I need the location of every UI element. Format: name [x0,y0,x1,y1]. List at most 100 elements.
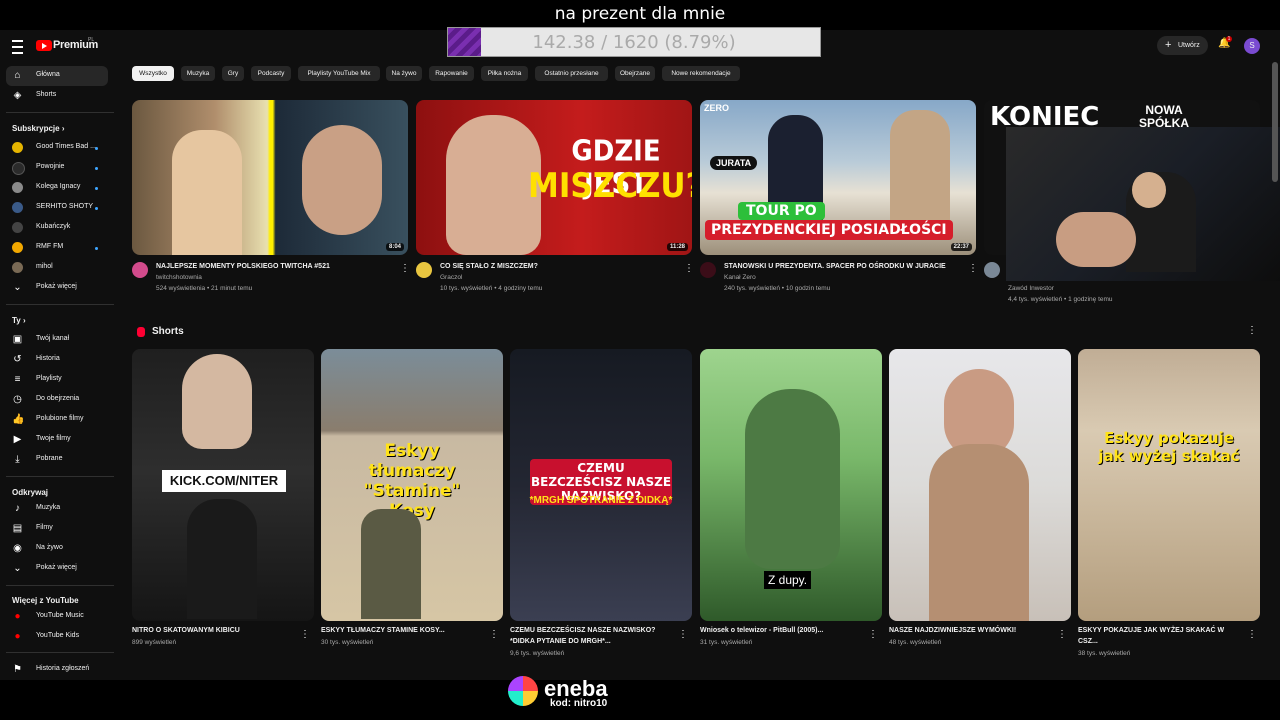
chip-football[interactable]: Piłka nożna [481,66,528,81]
short-thumbnail[interactable]: Eskyy pokazuje jak wyżej skakać [1078,349,1260,621]
sidebar-item-label: Pokaż więcej [36,564,77,571]
show-more-explore[interactable]: ⌄ Pokaż więcej [6,559,108,579]
film-icon: ▤ [12,523,23,534]
sidebar-item-watch-later[interactable]: ◷ Do obejrzenia [6,390,108,410]
chip-live[interactable]: Na żywo [386,66,422,81]
sidebar-item-your-videos[interactable]: ▶ Twoje filmy [6,430,108,450]
channel-avatar[interactable] [700,262,716,278]
video-views: 4,4 tys. wyświetleń [1008,296,1063,303]
more-options-icon[interactable]: ⋮ [300,629,310,641]
chip-watched[interactable]: Obejrzane [615,66,655,81]
chip-new-recommendations[interactable]: Nowe rekomendacje [662,66,740,81]
shorts-heading: Shorts [152,326,184,337]
short-title-line2[interactable]: CSZ... [1078,638,1098,645]
short-thumbnail[interactable]: Z dupy. [700,349,882,621]
sidebar-sub-item[interactable]: Powojnie [6,158,108,178]
channel-avatar[interactable] [416,262,432,278]
more-options-icon[interactable]: ⋮ [968,263,978,275]
more-options-icon[interactable]: ⋮ [489,629,499,641]
like-icon: 👍 [12,414,25,425]
short-title[interactable]: CZEMU BEZCZEŚCISZ NASZE NAZWISKO? [510,627,655,634]
more-options-icon[interactable]: ⋮ [1247,629,1257,641]
sidebar-sub-item[interactable]: SERHITO SHOTY [6,198,108,218]
sidebar-item-label: YouTube Kids [36,632,80,639]
divider [6,112,114,113]
video-channel[interactable]: Graczol [440,274,462,281]
thumbnail-text: PREZYDENCKIEJ POSIADŁOŚCI [705,220,953,240]
short-views: 30 tys. wyświetleń [321,639,374,646]
channel-avatar[interactable] [984,262,1000,278]
video-title[interactable]: CO SIĘ STAŁO Z MISZCZEM? [440,263,538,270]
short-thumbnail[interactable]: CZEMU BEZCZEŚCISZ NASZE NAZWISKO? *MRGH … [510,349,692,621]
sidebar-item-home[interactable]: ⌂ Główna [6,66,108,86]
video-channel[interactable]: twitchshotownia [156,274,202,281]
you-heading-text: Ty [12,316,21,325]
more-options-icon[interactable]: ⋮ [684,263,694,275]
notification-badge: 1 [1226,36,1232,42]
sidebar-item-label: Historia zgłoszeń [36,665,90,672]
short-title[interactable]: NITRO O SKATOWANYM KIBICU [132,627,240,634]
short-title[interactable]: ESKYY POKAZUJE JAK WYŻEJ SKAKAĆ W [1078,627,1224,634]
channel-avatar[interactable] [132,262,148,278]
video-title[interactable]: NAJLEPSZE MOMENTY POLSKIEGO TWITCHA #521 [156,263,330,270]
sidebar-sub-item[interactable]: RMF FM [6,238,108,258]
video-title[interactable]: STANOWSKI U PREZYDENTA. SPACER PO OŚRODK… [724,263,946,270]
sidebar-item-liked[interactable]: 👍 Polubione filmy [6,410,108,430]
thumbnail-text: Z dupy. [764,571,812,589]
sidebar-item-live[interactable]: ◉ Na żywo [6,539,108,559]
chip-recently-uploaded[interactable]: Ostatnio przesłane [535,66,608,81]
you-heading[interactable]: Ty › [12,316,26,325]
youtube-kids-icon: ● [14,631,21,642]
more-options-icon[interactable]: ⋮ [400,263,410,275]
chip-podcasts[interactable]: Podcasty [251,66,291,81]
sidebar-item-films[interactable]: ▤ Filmy [6,519,108,539]
sidebar-sub-item[interactable]: Kolega Ignacy [6,178,108,198]
create-button[interactable]: + Utwórz [1157,36,1208,55]
chip-mix[interactable]: Playlisty YouTube Mix [298,66,380,81]
sidebar-item-downloads[interactable]: ⤓ Pobrane [6,450,108,470]
sidebar-item-music[interactable]: ♪ Muzyka [6,499,108,519]
more-options-icon[interactable]: ⋮ [868,629,878,641]
more-options-icon[interactable]: ⋮ [1057,629,1067,641]
short-title[interactable]: NASZE NAJDZIWNIEJSZE WYMÓWKI! [889,627,1016,634]
short-thumbnail[interactable]: Eskyy tłumaczy "Stamine" Kosy [321,349,503,621]
sidebar-sub-item[interactable]: Kubańczyk [6,218,108,238]
sidebar-item-your-channel[interactable]: ▣ Twój kanał [6,330,108,350]
more-options-icon[interactable]: ⋮ [678,629,688,641]
shorts-more-options-icon[interactable]: ⋮ [1247,325,1257,337]
short-thumbnail[interactable]: KICK.COM/NITER [132,349,314,621]
show-more-subscriptions[interactable]: ⌄ Pokaż więcej [6,278,108,298]
short-title[interactable]: ESKYY TŁUMACZY STAMINE KOSY... [321,627,445,634]
video-thumbnail[interactable]: ZERO JURATA TOUR PO PREZYDENCKIEJ POSIAD… [700,100,976,255]
scrollbar[interactable] [1272,62,1278,182]
sidebar-item-shorts[interactable]: ◈ Shorts [6,86,108,106]
video-channel[interactable]: Kanał Zero [724,274,756,281]
video-thumbnail[interactable]: 8:04 [132,100,408,255]
short-title-line2[interactable]: *DIDKA PYTANIE DO MRGH*... [510,638,611,645]
sidebar-item-history[interactable]: ↺ Historia [6,350,108,370]
short-title[interactable]: Wniosek o telewizor - PitBull (2005)... [700,627,823,634]
sidebar-item-label: Historia [36,355,60,362]
video-thumbnail[interactable]: GDZIE JEST MISZCZU? 11:28 [416,100,692,255]
video-duration: 22:37 [950,243,972,251]
sidebar-sub-item[interactable]: mihol [6,258,108,278]
subscriptions-heading[interactable]: Subskrypcje › [12,124,64,133]
youtube-logo-icon[interactable] [36,40,52,51]
video-views: 524 wyświetlenia [156,285,206,292]
short-thumbnail[interactable] [889,349,1071,621]
video-channel[interactable]: Zawód Inwestor [1008,285,1054,292]
chip-rap[interactable]: Rapowanie [429,66,474,81]
sidebar-item-report-history[interactable]: ⚑ Historia zgłoszeń [6,660,108,680]
user-avatar[interactable]: S [1244,38,1260,54]
thumbnail-text: MISZCZU? [528,166,692,206]
sidebar-item-youtube-music[interactable]: ● YouTube Music [6,607,108,627]
chip-music[interactable]: Muzyka [181,66,215,81]
chip-all[interactable]: Wszystko [132,66,174,81]
chip-games[interactable]: Gry [222,66,244,81]
menu-icon[interactable] [12,40,23,54]
sidebar-item-youtube-kids[interactable]: ● YouTube Kids [6,627,108,647]
video-age: 4 godziny temu [498,285,543,292]
thumbnail-text: *MRGH SPOTKANIE Z DIDKĄ* [529,495,673,506]
sidebar-sub-item[interactable]: Good Times Bad ... [6,138,108,158]
sidebar-item-playlists[interactable]: ≡ Playlisty [6,370,108,390]
